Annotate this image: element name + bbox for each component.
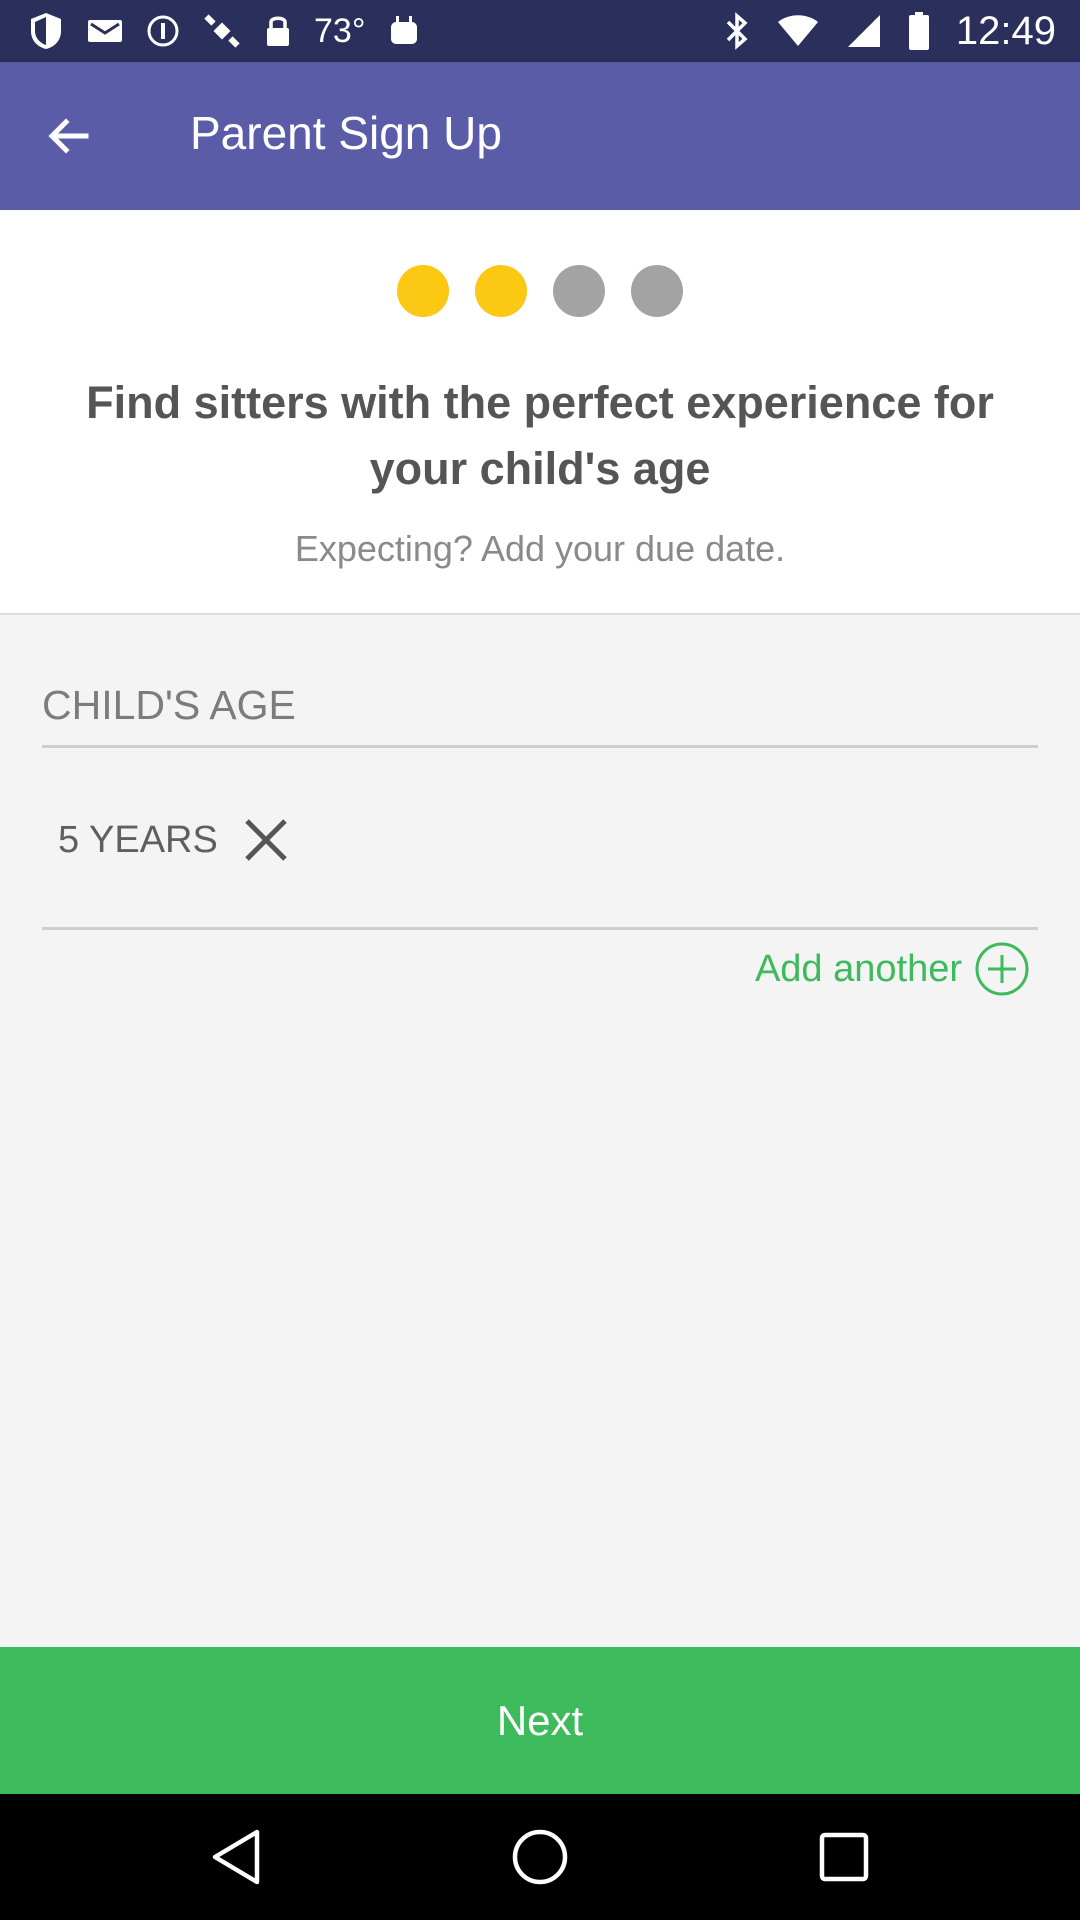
- progress-dot-2: [475, 265, 527, 317]
- age-chip: 5 YEARS: [58, 812, 292, 868]
- chips-divider: [42, 927, 1038, 930]
- wifi-icon: [777, 15, 818, 46]
- add-another-button[interactable]: Add another: [755, 940, 1030, 998]
- android-icon: [391, 16, 418, 44]
- arrow-left-icon: [48, 118, 89, 154]
- progress-indicator: [0, 265, 1080, 317]
- label-divider: [42, 745, 1038, 748]
- header-card: Find sitters with the perfect experience…: [0, 210, 1080, 615]
- square-recents-icon: [819, 1832, 869, 1882]
- lock-icon: [267, 16, 289, 46]
- satellite-icon: [204, 14, 240, 48]
- age-chip-label: 5 YEARS: [58, 818, 218, 861]
- headline: Find sitters with the perfect experience…: [86, 377, 994, 494]
- nav-home-button[interactable]: [510, 1827, 570, 1887]
- due-date-link[interactable]: Expecting? Add your due date.: [40, 528, 1040, 570]
- nav-back-button[interactable]: [206, 1827, 266, 1887]
- shield-icon: [31, 13, 61, 49]
- mail-icon: [88, 20, 122, 42]
- clock: 12:49: [955, 8, 1056, 53]
- signal-icon: [847, 15, 880, 47]
- circle-home-icon: [512, 1829, 568, 1885]
- progress-dot-4: [631, 265, 683, 317]
- progress-dot-3: [553, 265, 605, 317]
- remove-age-button[interactable]: [240, 814, 292, 866]
- back-button[interactable]: [36, 104, 100, 168]
- temperature-text: 73°: [314, 11, 366, 50]
- nav-recents-button[interactable]: [814, 1827, 874, 1887]
- next-button[interactable]: Next: [0, 1647, 1080, 1794]
- child-age-label: CHILD'S AGE: [42, 682, 296, 728]
- add-another-label: Add another: [754, 947, 962, 990]
- app-bar: Parent Sign Up: [0, 62, 1080, 210]
- close-icon: [245, 819, 287, 861]
- navigation-bar: [0, 1794, 1080, 1920]
- info-icon: [147, 15, 179, 47]
- progress-dot-1: [397, 265, 449, 317]
- plus-circle-icon: [975, 942, 1029, 996]
- triangle-back-icon: [212, 1829, 260, 1885]
- status-bar: 73° 12:49: [0, 0, 1080, 62]
- next-label: Next: [496, 1696, 584, 1744]
- page-title: Parent Sign Up: [190, 107, 502, 159]
- bluetooth-icon: [726, 12, 748, 50]
- battery-icon: [908, 12, 929, 50]
